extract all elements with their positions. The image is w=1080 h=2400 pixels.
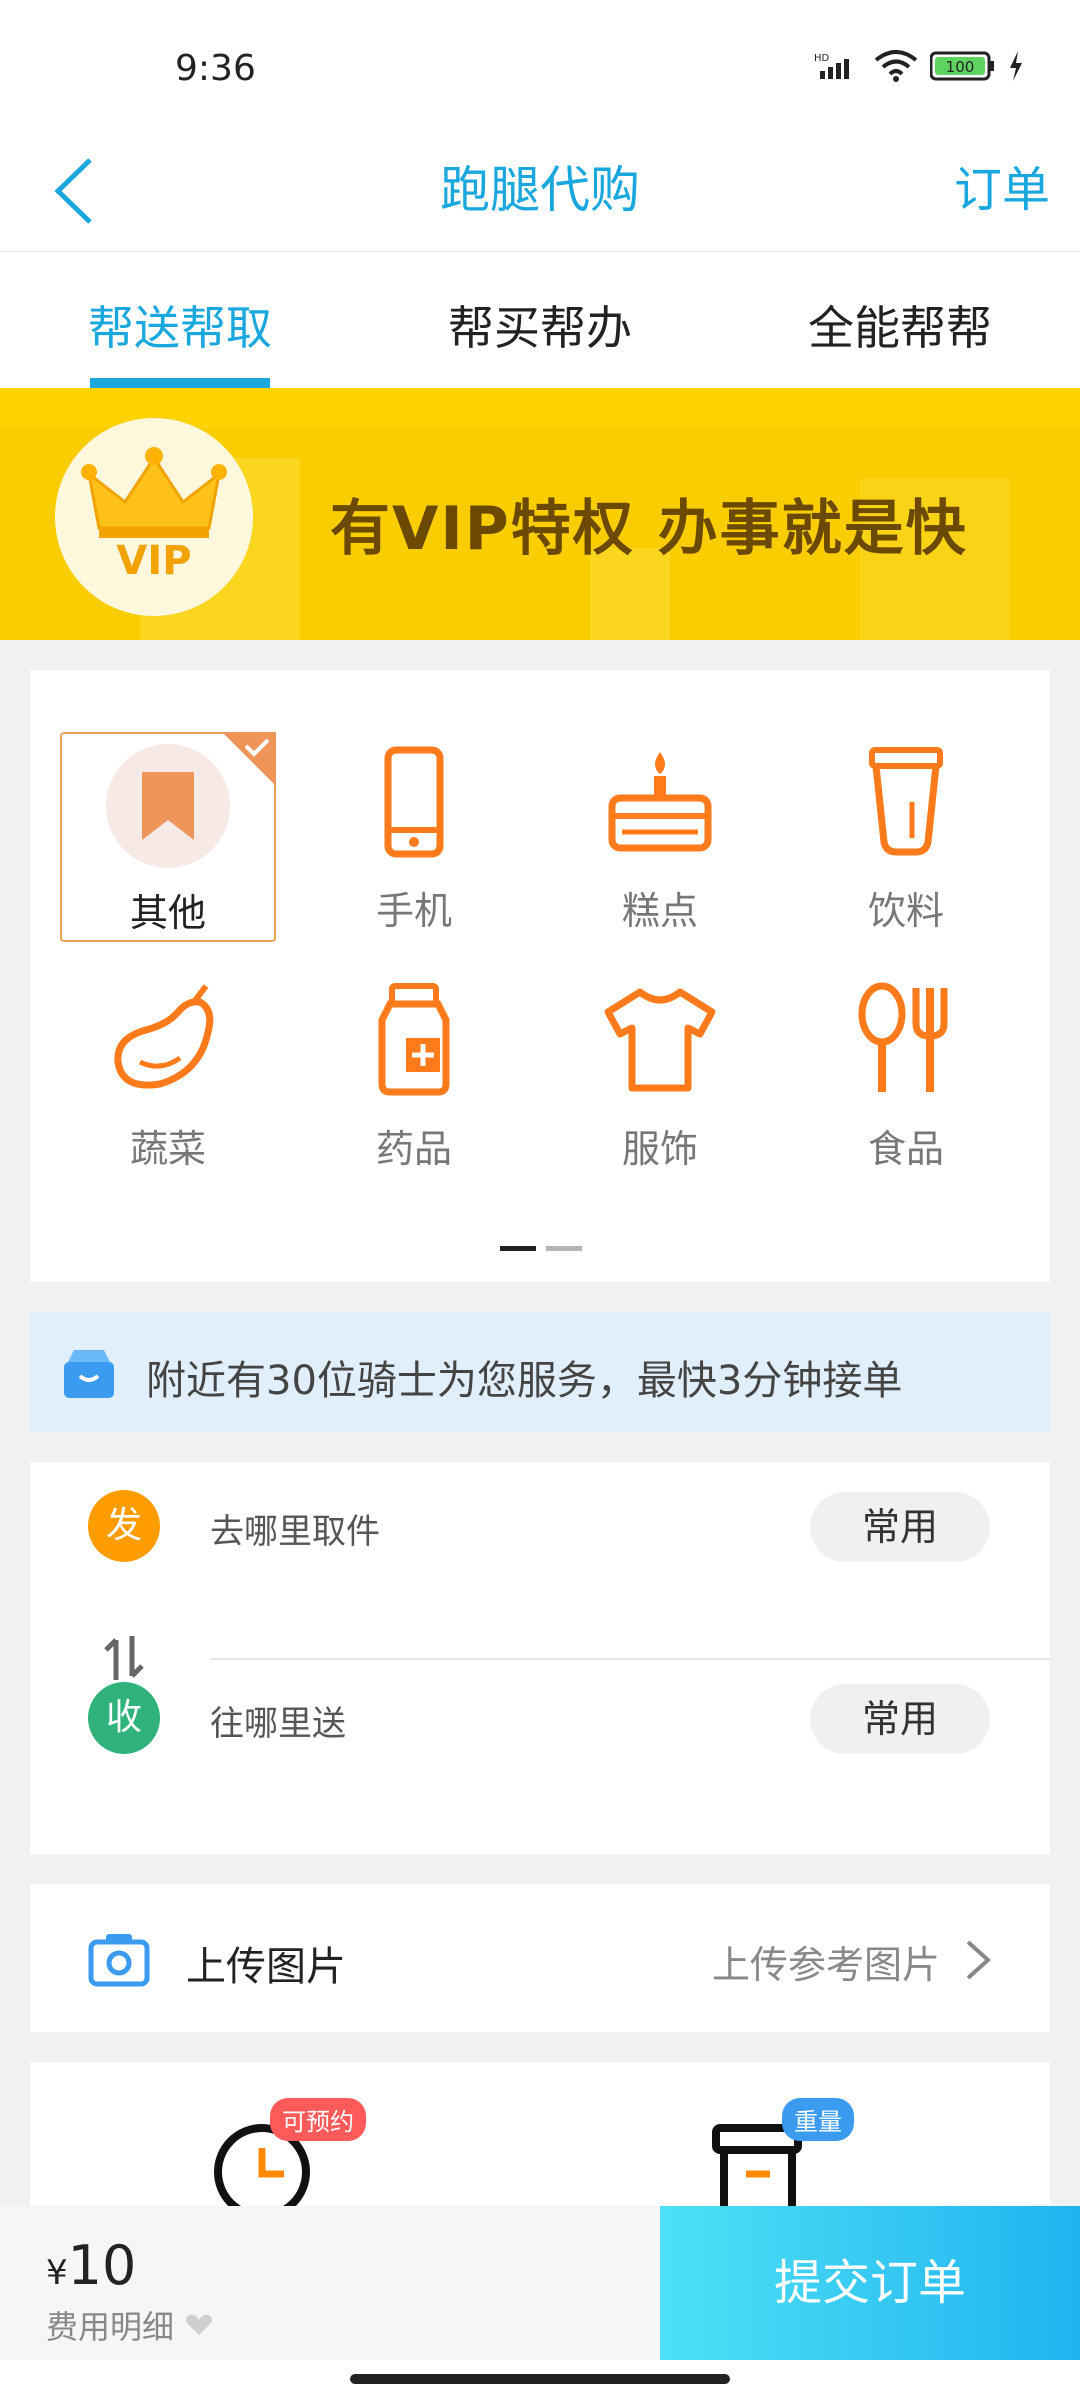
home-indicator bbox=[0, 2360, 1080, 2400]
phone-icon bbox=[384, 746, 444, 858]
nav-bar: 跑腿代购 订单 bbox=[0, 130, 1080, 252]
category-vegetable[interactable]: 蔬菜 bbox=[60, 970, 276, 1180]
pickup-placeholder[interactable]: 去哪里取件 bbox=[210, 1504, 380, 1553]
service-tabs: 帮送帮取 帮买帮办 全能帮帮 bbox=[0, 252, 1080, 388]
tab-send-pickup[interactable]: 帮送帮取 bbox=[0, 252, 360, 388]
category-card: 其他 手机 糕点 饮料 蔬菜 药品 服饰 食品 bbox=[30, 670, 1050, 1282]
status-time: 9:36 bbox=[175, 48, 256, 89]
svg-text:100: 100 bbox=[946, 58, 975, 76]
carousel-pager bbox=[500, 1246, 582, 1251]
bookmark-icon bbox=[142, 772, 194, 840]
tshirt-icon bbox=[604, 988, 716, 1092]
spoon-fork-icon bbox=[858, 982, 948, 1092]
eggplant-icon bbox=[114, 984, 214, 1089]
address-card: 发 去哪里取件 常用 收 往哪里送 常用 bbox=[30, 1462, 1050, 1854]
upload-hint: 上传参考图片 bbox=[711, 1943, 940, 1987]
category-clothing[interactable]: 服饰 bbox=[552, 970, 768, 1180]
tab-buy-handle[interactable]: 帮买帮办 bbox=[360, 252, 720, 388]
medicine-bottle-icon bbox=[378, 983, 450, 1096]
fee-detail-toggle[interactable]: 费用明细 bbox=[46, 2302, 214, 2348]
category-cake[interactable]: 糕点 bbox=[552, 732, 768, 942]
pickup-row[interactable]: 发 去哪里取件 常用 bbox=[30, 1462, 1050, 1582]
category-medicine[interactable]: 药品 bbox=[306, 970, 522, 1180]
submit-order-button[interactable]: 提交订单 bbox=[660, 2206, 1080, 2360]
delivery-row[interactable]: 收 往哪里送 常用 bbox=[30, 1654, 1050, 1774]
upload-label: 上传图片 bbox=[186, 1944, 346, 1990]
wifi-icon bbox=[874, 50, 918, 86]
vip-slogan: 有VIP特权 办事就是快 bbox=[330, 494, 968, 564]
battery-icon: 100 bbox=[929, 50, 996, 86]
pager-dot bbox=[500, 1246, 536, 1251]
signal-icon: HD bbox=[814, 51, 862, 85]
rider-notice: 附近有30位骑士为您服务，最快3分钟接单 bbox=[30, 1312, 1050, 1432]
svg-text:HD: HD bbox=[814, 53, 830, 64]
page-title: 跑腿代购 bbox=[440, 161, 640, 219]
pickup-badge: 发 bbox=[88, 1490, 160, 1562]
system-icons: HD 100 bbox=[814, 50, 1024, 86]
vip-text: VIP bbox=[116, 538, 192, 584]
delivery-badge: 收 bbox=[88, 1682, 160, 1754]
checkout-bar: ¥10 费用明细 提交订单 bbox=[0, 2206, 1080, 2360]
upload-image-row[interactable]: 上传图片 上传参考图片 bbox=[30, 1884, 1050, 2032]
vip-badge bbox=[55, 418, 253, 616]
box-icon bbox=[64, 1350, 114, 1398]
orders-link[interactable]: 订单 bbox=[954, 150, 1050, 220]
heart-down-icon bbox=[186, 2314, 213, 2335]
selected-check-icon bbox=[222, 732, 276, 786]
chevron-right-icon bbox=[966, 1940, 991, 1980]
pickup-common-button[interactable]: 常用 bbox=[810, 1492, 990, 1562]
price: ¥10 bbox=[46, 2234, 137, 2297]
pager-dot bbox=[546, 1246, 582, 1251]
tab-all-purpose[interactable]: 全能帮帮 bbox=[720, 252, 1080, 388]
category-other[interactable]: 其他 bbox=[60, 732, 276, 942]
vip-banner[interactable]: VIP 有VIP特权 办事就是快 bbox=[0, 388, 1080, 640]
tab-underline bbox=[90, 378, 270, 388]
delivery-common-button[interactable]: 常用 bbox=[810, 1684, 990, 1754]
category-phone[interactable]: 手机 bbox=[306, 732, 522, 942]
camera-icon bbox=[88, 1934, 150, 1987]
cake-icon bbox=[608, 752, 712, 852]
schedule-tag: 可预约 bbox=[270, 2098, 366, 2141]
weight-tag: 重量 bbox=[782, 2098, 854, 2141]
drink-cup-icon bbox=[869, 747, 943, 856]
status-bar: 9:36 HD 100 bbox=[0, 0, 1080, 130]
charging-icon bbox=[1008, 51, 1024, 85]
delivery-placeholder[interactable]: 往哪里送 bbox=[210, 1696, 346, 1745]
category-drink[interactable]: 饮料 bbox=[798, 732, 1014, 942]
crown-icon bbox=[81, 447, 227, 538]
category-food[interactable]: 食品 bbox=[798, 970, 1014, 1180]
notice-text: 附近有30位骑士为您服务，最快3分钟接单 bbox=[146, 1358, 903, 1404]
